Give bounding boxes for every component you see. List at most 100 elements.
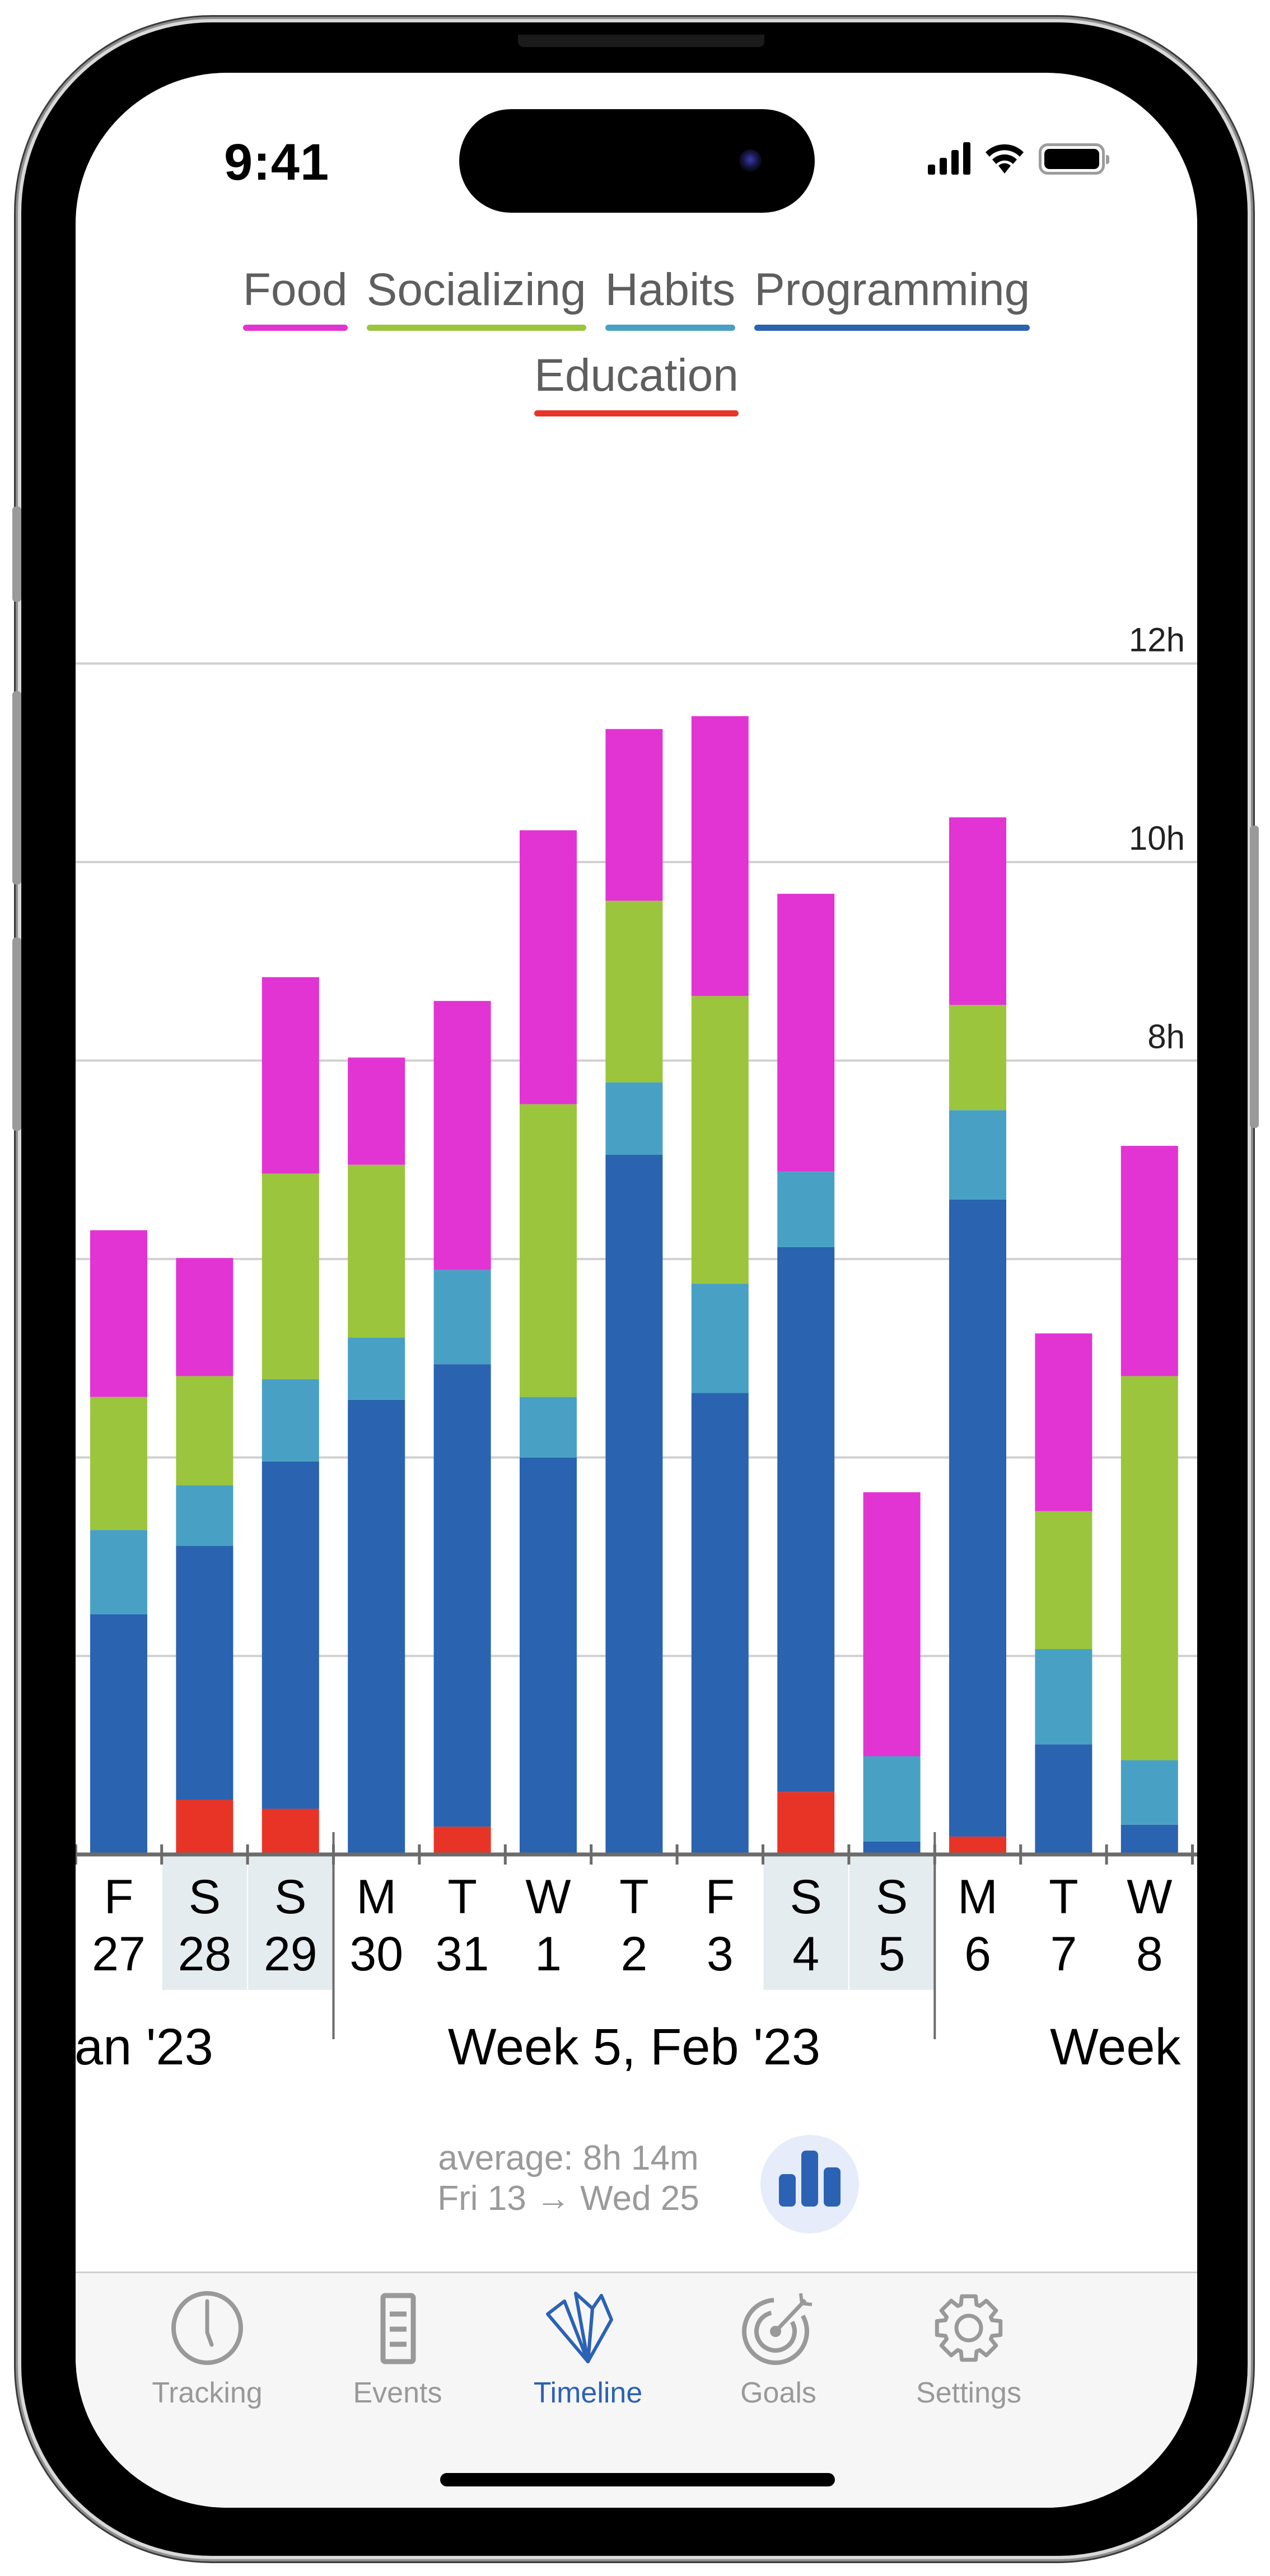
x-day-letter: M xyxy=(958,1870,998,1924)
bar-segment-food[interactable] xyxy=(520,830,577,1104)
bar-segment-habits[interactable] xyxy=(433,1270,491,1365)
legend-row: Food Socializing Habits Programming xyxy=(76,263,1197,331)
gear-icon xyxy=(935,2294,1003,2362)
app-screen: 9:41 Food Socializing Habits Programming Ed… xyxy=(76,73,1197,2508)
legend-item-programming[interactable]: Programming xyxy=(754,263,1030,331)
bar-segment-socializing[interactable] xyxy=(1120,1376,1178,1760)
x-date-number: 1 xyxy=(535,1927,562,1981)
week-group-label: Week 5, Feb '23 xyxy=(448,2018,820,2076)
camera-icon xyxy=(739,149,762,172)
bar-segment-food[interactable] xyxy=(176,1258,234,1376)
x-day-letter: T xyxy=(619,1870,649,1924)
bar-segment-socializing[interactable] xyxy=(605,901,663,1083)
bar-segment-education[interactable] xyxy=(176,1800,234,1854)
home-indicator[interactable] xyxy=(440,2473,835,2486)
x-day-letter: W xyxy=(525,1870,571,1924)
x-day-letter: F xyxy=(706,1870,735,1924)
legend-color-underline xyxy=(366,325,586,331)
x-day-letter: S xyxy=(876,1870,908,1924)
bar-segment-programming[interactable] xyxy=(520,1457,577,1854)
bar-segment-food[interactable] xyxy=(605,729,663,901)
bar-segment-habits[interactable] xyxy=(348,1337,405,1400)
bar-segment-food[interactable] xyxy=(1035,1333,1092,1511)
bar-segment-socializing[interactable] xyxy=(520,1104,577,1397)
bar-segment-socializing[interactable] xyxy=(949,1005,1006,1111)
bar-segment-socializing[interactable] xyxy=(348,1164,405,1338)
bar-segment-programming[interactable] xyxy=(605,1155,663,1854)
bar-segment-programming[interactable] xyxy=(348,1399,405,1854)
earpiece-speaker xyxy=(518,35,764,47)
bar-segment-education[interactable] xyxy=(262,1809,319,1854)
bar-segment-socializing[interactable] xyxy=(691,996,749,1284)
bar-segment-education[interactable] xyxy=(949,1837,1006,1854)
tab-label: Settings xyxy=(916,2377,1021,2409)
bar-segment-food[interactable] xyxy=(949,817,1006,1005)
average-summary: average: 8h 14m Fri 13 → Wed 25 xyxy=(423,2138,714,2219)
average-range: Fri 13 → Wed 25 xyxy=(437,2179,699,2218)
bar-segment-habits[interactable] xyxy=(863,1756,921,1842)
bar-segment-socializing[interactable] xyxy=(1035,1511,1092,1649)
tab-tracking[interactable]: Tracking xyxy=(112,2273,302,2441)
bar-segment-socializing[interactable] xyxy=(90,1397,147,1530)
tab-goals[interactable]: Goals xyxy=(683,2273,874,2441)
tab-settings[interactable]: Settings xyxy=(874,2273,1064,2441)
tab-timeline[interactable]: Timeline xyxy=(493,2273,683,2441)
legend-item-socializing[interactable]: Socializing xyxy=(366,263,586,331)
bar-segment-food[interactable] xyxy=(691,716,749,996)
legend-label: Programming xyxy=(754,264,1030,315)
bar-segment-food[interactable] xyxy=(1120,1146,1178,1376)
x-date-number: 2 xyxy=(620,1927,647,1981)
legend-item-habits[interactable]: Habits xyxy=(605,263,736,331)
bar-segment-habits[interactable] xyxy=(1035,1648,1092,1745)
bar-segment-food[interactable] xyxy=(90,1230,147,1397)
legend-color-underline xyxy=(242,325,348,331)
legend-item-food[interactable]: Food xyxy=(242,263,348,331)
bar-segment-habits[interactable] xyxy=(949,1110,1006,1200)
bar-segment-programming[interactable] xyxy=(176,1545,234,1800)
bar-segment-food[interactable] xyxy=(777,893,835,1172)
bar-segment-programming[interactable] xyxy=(777,1247,835,1792)
legend-label: Food xyxy=(242,264,348,315)
bar-segment-programming[interactable] xyxy=(1035,1744,1092,1854)
x-date-number: 28 xyxy=(178,1927,232,1981)
bar-segment-habits[interactable] xyxy=(90,1530,147,1614)
x-day-letter: S xyxy=(189,1870,221,1924)
bar-segment-programming[interactable] xyxy=(90,1614,147,1854)
bar-segment-programming[interactable] xyxy=(949,1199,1006,1837)
tab-events[interactable]: Events xyxy=(302,2273,493,2441)
chart-mode-button[interactable] xyxy=(760,2135,859,2233)
bar-segment-habits[interactable] xyxy=(691,1284,749,1393)
legend-color-underline xyxy=(605,325,736,331)
x-date-number: 3 xyxy=(707,1927,734,1981)
bar-segment-programming[interactable] xyxy=(691,1393,749,1854)
bar-segment-food[interactable] xyxy=(348,1057,405,1165)
x-date-number: 29 xyxy=(264,1927,318,1981)
bar-segment-food[interactable] xyxy=(433,1001,491,1270)
bar-segment-habits[interactable] xyxy=(1120,1760,1178,1825)
bar-segment-food[interactable] xyxy=(262,977,319,1174)
x-day-letter: W xyxy=(1127,1870,1172,1924)
x-date-number: 27 xyxy=(92,1927,146,1981)
bar-segment-habits[interactable] xyxy=(520,1397,577,1458)
x-day-letter: S xyxy=(790,1870,822,1924)
volume-down-button xyxy=(12,938,21,1131)
bar-segment-habits[interactable] xyxy=(176,1485,234,1546)
x-day-letter: T xyxy=(1049,1870,1078,1924)
bar-segment-programming[interactable] xyxy=(262,1461,319,1809)
legend-item-education[interactable]: Education xyxy=(534,349,739,416)
bar-segment-socializing[interactable] xyxy=(262,1173,319,1379)
y-tick-label: 10h xyxy=(1129,819,1185,857)
tab-label: Goals xyxy=(740,2377,816,2409)
bar-segment-food[interactable] xyxy=(863,1492,921,1757)
bar-segment-habits[interactable] xyxy=(777,1172,835,1247)
bar-segment-socializing[interactable] xyxy=(176,1376,234,1486)
legend-label: Habits xyxy=(605,264,736,315)
bar-segment-education[interactable] xyxy=(433,1826,491,1854)
bar-segment-programming[interactable] xyxy=(433,1364,491,1827)
tab-label: Tracking xyxy=(152,2377,263,2409)
bar-segment-habits[interactable] xyxy=(605,1082,663,1155)
bar-segment-education[interactable] xyxy=(777,1792,835,1854)
x-date-number: 30 xyxy=(349,1927,403,1981)
bar-segment-habits[interactable] xyxy=(262,1379,319,1462)
bar-segment-programming[interactable] xyxy=(1120,1824,1178,1854)
